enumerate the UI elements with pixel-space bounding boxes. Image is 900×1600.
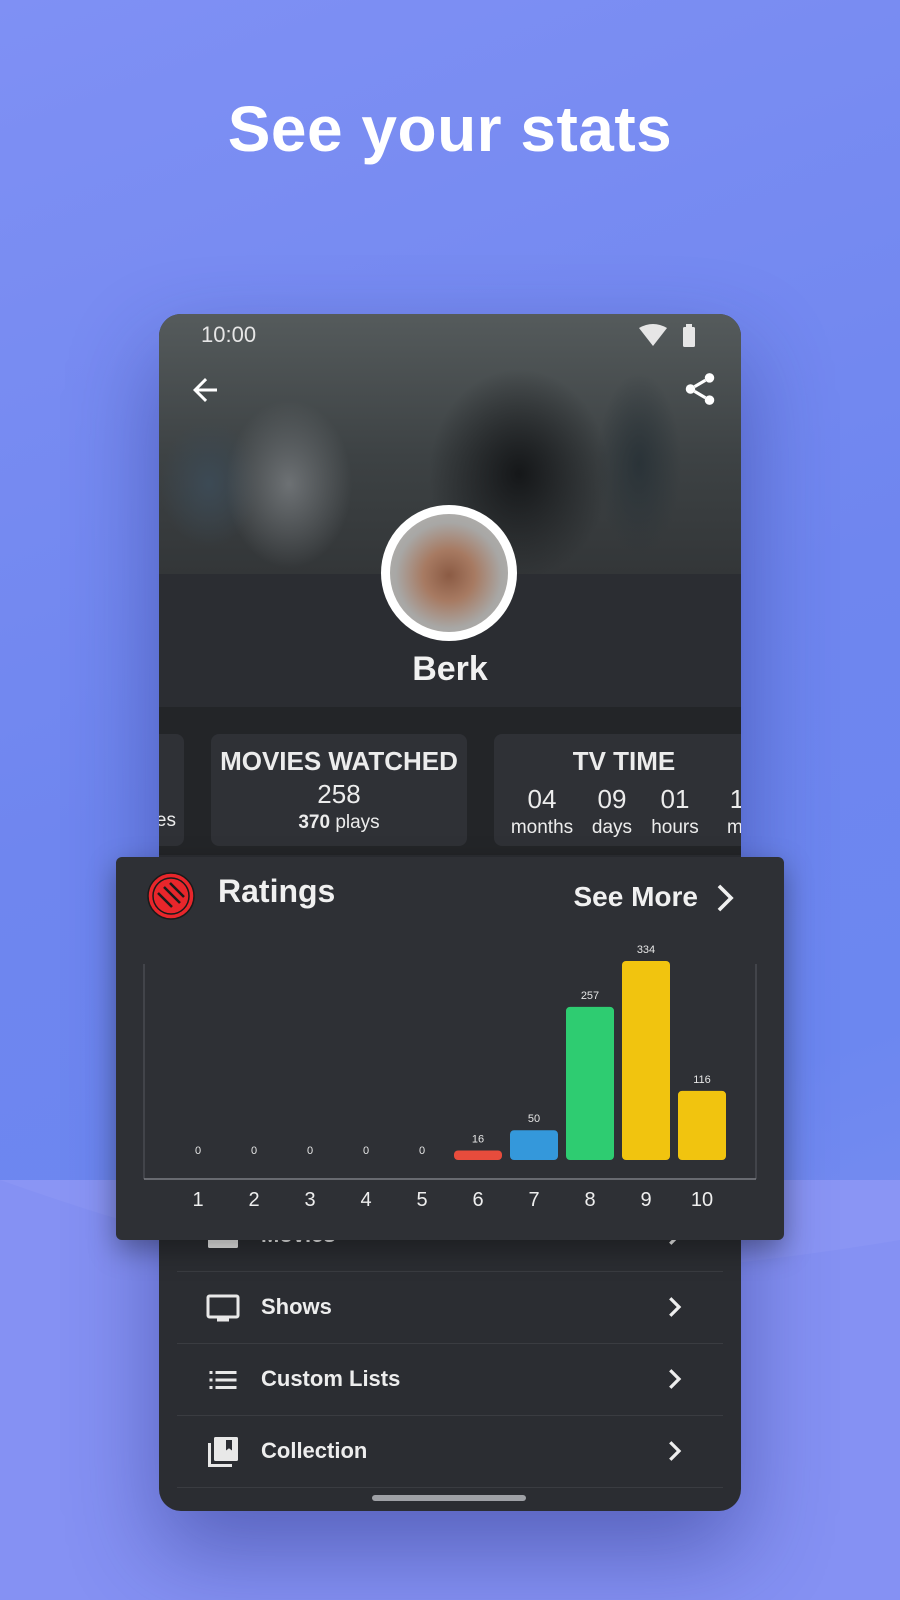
menu-item-shows[interactable]: Shows [177, 1272, 723, 1344]
chart-tick-label: 5 [416, 1189, 427, 1211]
status-time: 10:00 [201, 322, 257, 347]
chart-data-label: 0 [251, 1145, 257, 1157]
battery-icon [683, 327, 695, 347]
chart-tick-label: 3 [304, 1189, 315, 1211]
home-indicator[interactable] [372, 1495, 526, 1501]
share-icon[interactable] [681, 370, 719, 408]
chart-bar [454, 1150, 502, 1160]
chart-tick-label: 6 [472, 1189, 483, 1211]
plays-label: plays [335, 812, 380, 833]
menu-item-label: Custom Lists [261, 1366, 401, 1391]
chart-tick-label: 8 [584, 1189, 595, 1211]
menu-item-label: Shows [261, 1294, 332, 1319]
partial-label: es [159, 810, 176, 831]
chart-data-label: 16 [472, 1133, 484, 1145]
status-icons [639, 324, 709, 353]
plays-number: 370 [298, 812, 331, 833]
tv-unit-days: 09 days [591, 784, 633, 838]
chart-data-label: 50 [528, 1113, 540, 1125]
tv-unit-months: 04 months [510, 784, 574, 838]
headline: See your stats [227, 93, 673, 165]
tv-time-title: TV TIME [572, 746, 676, 776]
tv-unit-minutes: 1 mi [726, 784, 741, 838]
stat-card-tv-time[interactable]: TV TIME 04 months 09 days 01 hours 1 mi [494, 734, 741, 846]
chevron-right-icon [669, 1369, 682, 1389]
chart-data-label: 334 [637, 944, 655, 956]
collection-icon [208, 1437, 238, 1467]
stat-card-partial[interactable]: es [159, 734, 184, 846]
chart-bar [678, 1090, 726, 1160]
chart-tick-label: 2 [248, 1189, 259, 1211]
chart-tick-label: 10 [691, 1189, 713, 1211]
chart-data-label: 0 [195, 1145, 201, 1157]
profile-menu: Movies Shows Custom Lists [177, 1200, 723, 1488]
tv-unit-hours: 01 hours [651, 784, 699, 838]
wifi-icon [639, 324, 667, 346]
menu-item-custom-lists[interactable]: Custom Lists [177, 1344, 723, 1416]
stat-card-movies-watched[interactable]: MOVIES WATCHED 258 370 plays [211, 734, 467, 846]
chevron-right-icon [669, 1441, 682, 1461]
movies-watched-count: 258 [317, 779, 361, 809]
chart-data-label: 257 [581, 990, 599, 1002]
ratings-card: Ratings See More 0 1 0 2 0 3 0 4 0 5 16 6 50 7 257 8 334… [116, 857, 784, 1240]
avatar[interactable] [381, 505, 517, 641]
username: Berk [412, 650, 488, 688]
ratings-bar-chart: 01020304051665072578334911610 [143, 944, 757, 1211]
chart-tick-label: 9 [640, 1189, 651, 1211]
chart-bar [566, 1006, 614, 1160]
menu-item-collection[interactable]: Collection [177, 1416, 723, 1488]
chart-tick-label: 1 [192, 1189, 203, 1211]
chart-data-label: 0 [363, 1145, 369, 1157]
chart-bar [510, 1130, 558, 1160]
movies-plays: 370 plays [211, 812, 467, 834]
chart-tick-label: 4 [360, 1189, 371, 1211]
chart-tick-label: 7 [528, 1189, 539, 1211]
chart-data-label: 116 [693, 1074, 711, 1086]
chart-data-label: 0 [419, 1145, 425, 1157]
chart-data-label: 0 [307, 1145, 313, 1157]
movies-watched-title: MOVIES WATCHED [220, 746, 458, 776]
chart-bar [622, 961, 670, 1160]
list-icon [209, 1371, 237, 1389]
menu-item-label: Collection [261, 1438, 368, 1463]
chevron-right-icon [669, 1297, 682, 1317]
tv-icon [206, 1294, 240, 1322]
back-arrow-icon[interactable] [187, 372, 223, 408]
